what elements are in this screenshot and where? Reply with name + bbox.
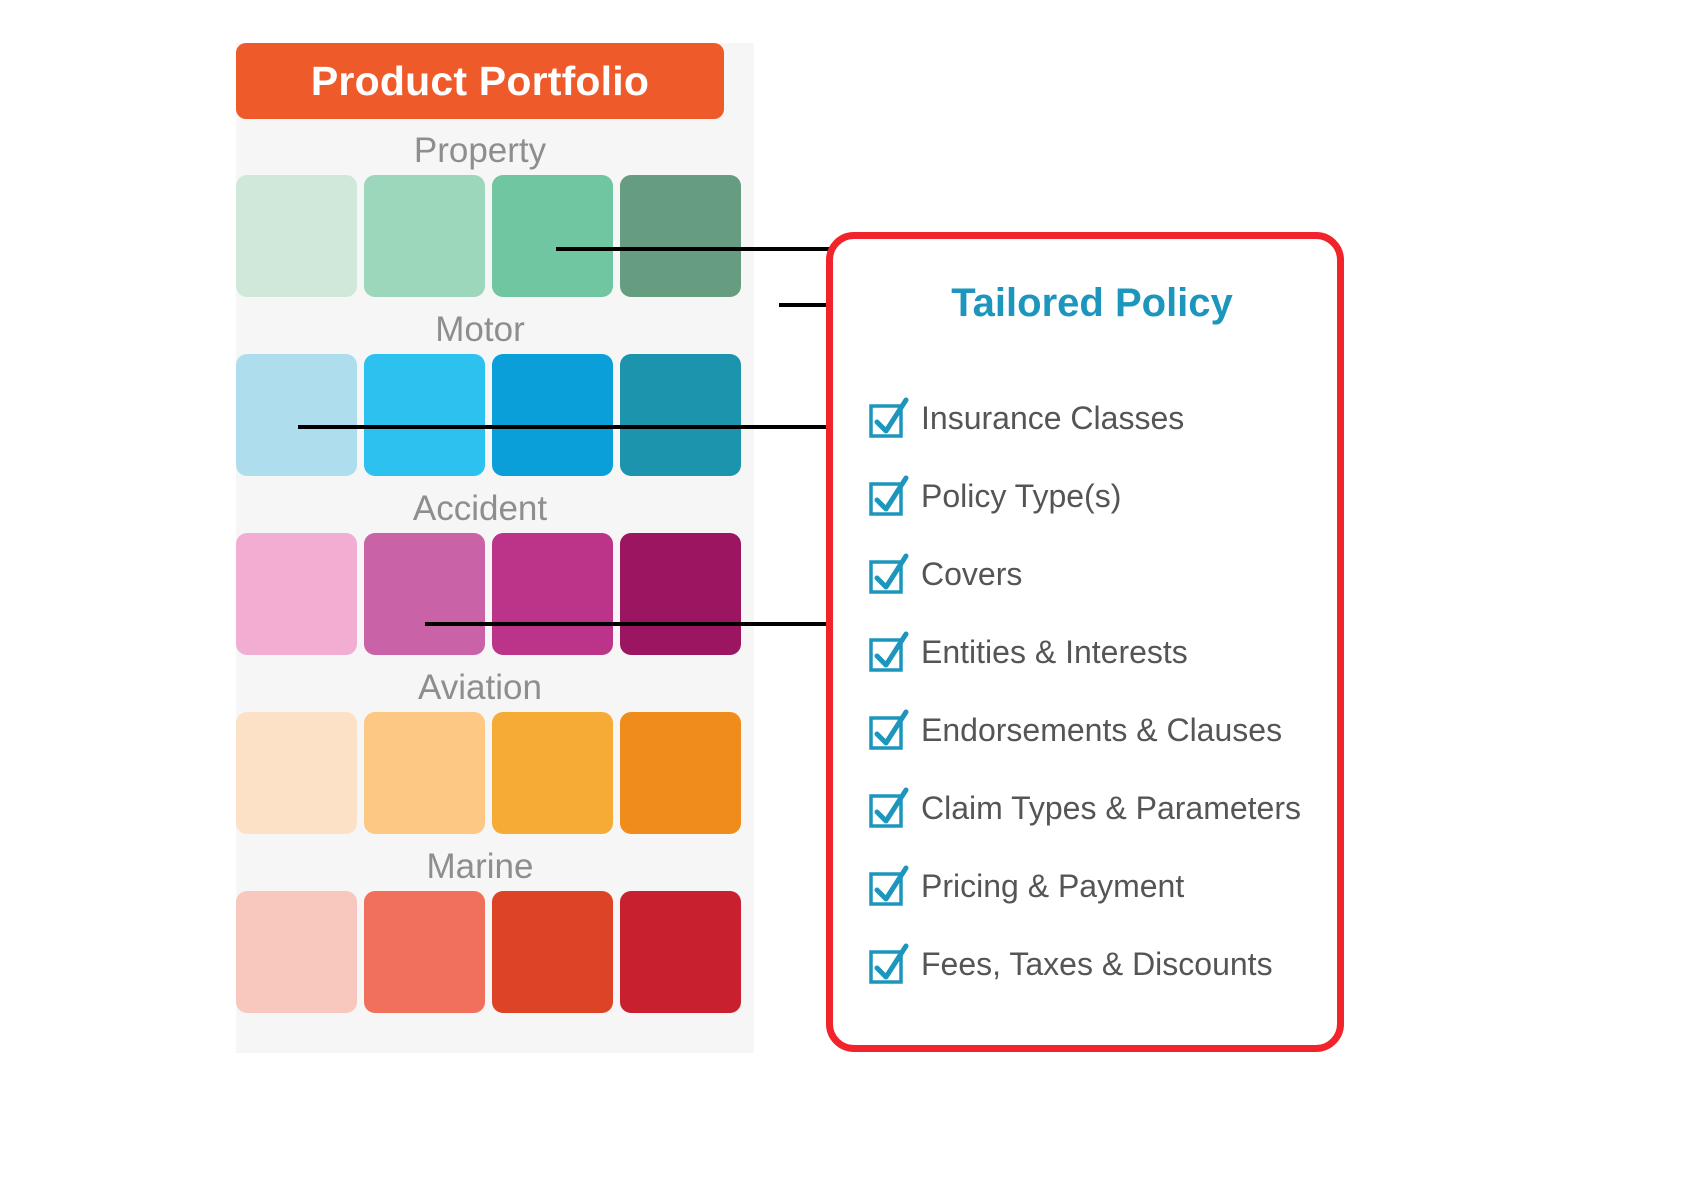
checkbox-checked-icon[interactable] (869, 552, 909, 596)
category-marine: Marine (236, 845, 754, 1013)
policy-item-label: Claim Types & Parameters (921, 790, 1301, 826)
swatch-property-3[interactable] (492, 175, 613, 297)
swatch-motor-1[interactable] (236, 354, 357, 476)
category-label: Accident (412, 489, 548, 528)
swatch-marine-2[interactable] (364, 891, 485, 1013)
swatch-aviation-1[interactable] (236, 712, 357, 834)
category-property: Property (236, 129, 754, 297)
tailored-policy-title: Tailored Policy (951, 281, 1233, 325)
swatch-motor-4[interactable] (620, 354, 741, 476)
category-aviation: Aviation (236, 666, 754, 834)
product-portfolio-panel: Product Portfolio Property Motor Accident A… (236, 43, 754, 1053)
policy-item-label: Entities & Interests (921, 634, 1188, 670)
policy-item-label: Endorsements & Clauses (921, 712, 1283, 748)
checkbox-checked-icon[interactable] (869, 942, 909, 986)
policy-item-label: Pricing & Payment (921, 868, 1185, 904)
swatch-marine-1[interactable] (236, 891, 357, 1013)
diagram-canvas: Product Portfolio Property Motor Accident A… (0, 0, 1704, 1189)
swatch-accident-4[interactable] (620, 533, 741, 655)
swatch-marine-4[interactable] (620, 891, 741, 1013)
policy-checklist-item[interactable]: Claim Types & Parameters (869, 769, 1329, 847)
category-label: Aviation (418, 668, 542, 707)
category-label: Marine (426, 847, 534, 886)
checkbox-checked-icon[interactable] (869, 864, 909, 908)
swatch-accident-1[interactable] (236, 533, 357, 655)
checkbox-checked-icon[interactable] (869, 630, 909, 674)
policy-checklist-item[interactable]: Pricing & Payment (869, 847, 1329, 925)
swatch-accident-3[interactable] (492, 533, 613, 655)
category-accident: Accident (236, 487, 754, 655)
swatch-row (236, 712, 742, 834)
policy-item-label: Insurance Classes (921, 400, 1185, 436)
swatch-motor-2[interactable] (364, 354, 485, 476)
checkbox-checked-icon[interactable] (869, 708, 909, 752)
policy-checklist-item[interactable]: Fees, Taxes & Discounts (869, 925, 1329, 1003)
tailored-policy-panel: Tailored Policy Insurance Classes Policy … (826, 232, 1344, 1052)
swatch-property-1[interactable] (236, 175, 357, 297)
policy-item-label: Policy Type(s) (921, 478, 1122, 514)
checkbox-checked-icon[interactable] (869, 396, 909, 440)
swatch-row (236, 354, 742, 476)
policy-item-label: Fees, Taxes & Discounts (921, 946, 1273, 982)
category-label: Motor (435, 310, 525, 349)
policy-checklist-item[interactable]: Endorsements & Clauses (869, 691, 1329, 769)
policy-checklist-item[interactable]: Entities & Interests (869, 613, 1329, 691)
policy-checklist-item[interactable]: Policy Type(s) (869, 457, 1329, 535)
category-label: Property (413, 131, 547, 170)
swatch-accident-2[interactable] (364, 533, 485, 655)
swatch-aviation-2[interactable] (364, 712, 485, 834)
product-portfolio-header: Product Portfolio (236, 43, 724, 119)
swatch-aviation-3[interactable] (492, 712, 613, 834)
product-portfolio-title: Product Portfolio (310, 57, 650, 104)
checkbox-checked-icon[interactable] (869, 474, 909, 518)
tailored-policy-checklist: Insurance Classes Policy Type(s) Covers Ent… (869, 379, 1329, 1003)
swatch-property-4[interactable] (620, 175, 741, 297)
swatch-row (236, 891, 742, 1013)
swatch-aviation-4[interactable] (620, 712, 741, 834)
swatch-marine-3[interactable] (492, 891, 613, 1013)
policy-checklist-item[interactable]: Insurance Classes (869, 379, 1329, 457)
swatch-property-2[interactable] (364, 175, 485, 297)
swatch-row (236, 533, 742, 655)
policy-checklist-item[interactable]: Covers (869, 535, 1329, 613)
swatch-row (236, 175, 742, 297)
policy-item-label: Covers (921, 556, 1023, 592)
category-motor: Motor (236, 308, 754, 476)
checkbox-checked-icon[interactable] (869, 786, 909, 830)
swatch-motor-3[interactable] (492, 354, 613, 476)
